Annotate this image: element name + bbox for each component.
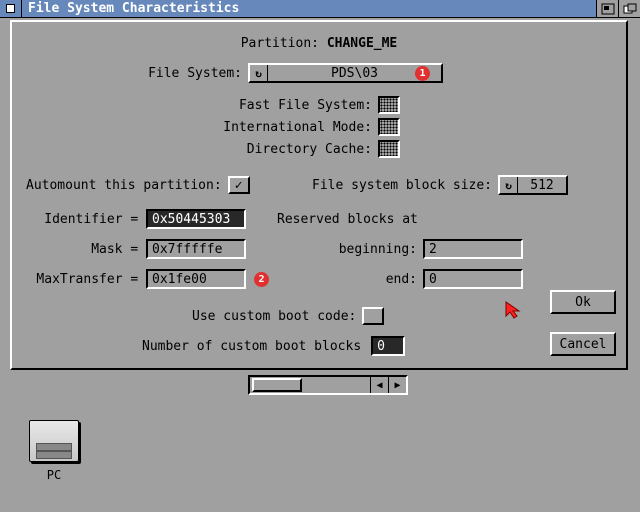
window-title: File System Characteristics bbox=[22, 1, 239, 16]
identifier-value: 0x50445303 bbox=[152, 212, 230, 227]
identifier-field[interactable]: 0x50445303 bbox=[146, 209, 246, 229]
mouse-pointer-icon bbox=[504, 300, 524, 320]
bootblocks-field[interactable]: 0 bbox=[371, 336, 405, 356]
horizontal-scrollbar[interactable]: ◀ ▶ bbox=[248, 375, 408, 395]
scrollbar-thumb[interactable] bbox=[252, 378, 302, 392]
cycle-icon: ↻ bbox=[500, 177, 518, 193]
mask-label: Mask = bbox=[26, 242, 146, 257]
customboot-label: Use custom boot code: bbox=[192, 309, 356, 324]
partition-value: CHANGE_ME bbox=[327, 36, 397, 51]
scroll-left-button[interactable]: ◀ bbox=[370, 377, 388, 393]
partition-label: Partition: bbox=[241, 36, 327, 51]
intl-mode-label: International Mode: bbox=[192, 120, 372, 135]
maxtransfer-label: MaxTransfer = bbox=[26, 272, 146, 287]
cancel-label: Cancel bbox=[560, 337, 607, 352]
dcache-checkbox[interactable] bbox=[378, 140, 400, 158]
titlebar-depth-gadget[interactable] bbox=[618, 0, 640, 17]
dcache-label: Directory Cache: bbox=[192, 142, 372, 157]
titlebar-zoom-gadget[interactable] bbox=[596, 0, 618, 17]
scrollbar-track[interactable] bbox=[250, 377, 370, 393]
maxtransfer-value: 0x1fe00 bbox=[152, 272, 207, 287]
scroll-right-button[interactable]: ▶ bbox=[388, 377, 406, 393]
filesystem-dialog: Partition: CHANGE_ME File System: ↻ PDS\… bbox=[10, 20, 628, 370]
blocksize-label: File system block size: bbox=[312, 178, 492, 193]
check-icon: ✓ bbox=[235, 178, 243, 193]
filesystem-cycle[interactable]: ↻ PDS\03 bbox=[248, 63, 443, 83]
cycle-icon: ↻ bbox=[250, 65, 268, 81]
disk-icon-image bbox=[29, 420, 79, 462]
end-label: end: bbox=[277, 272, 417, 287]
ok-label: Ok bbox=[575, 295, 591, 310]
reserved-label: Reserved blocks at bbox=[277, 212, 418, 227]
titlebar-close-gadget[interactable] bbox=[0, 0, 22, 17]
automount-label: Automount this partition: bbox=[26, 178, 222, 193]
cancel-button[interactable]: Cancel bbox=[550, 332, 616, 356]
maxtransfer-field[interactable]: 0x1fe00 bbox=[146, 269, 246, 289]
disk-label: PC bbox=[24, 468, 84, 482]
mask-value: 0x7fffffe bbox=[152, 242, 222, 257]
disk-icon[interactable]: PC bbox=[24, 420, 84, 482]
beginning-field[interactable]: 2 bbox=[423, 239, 523, 259]
mask-field[interactable]: 0x7fffffe bbox=[146, 239, 246, 259]
badge-2: 2 bbox=[254, 272, 269, 287]
blocksize-value: 512 bbox=[518, 178, 566, 193]
fast-fs-label: Fast File System: bbox=[192, 98, 372, 113]
fast-fs-checkbox[interactable] bbox=[378, 96, 400, 114]
end-value: 0 bbox=[429, 272, 437, 287]
automount-checkbox[interactable]: ✓ bbox=[228, 176, 250, 194]
intl-mode-checkbox[interactable] bbox=[378, 118, 400, 136]
customboot-checkbox[interactable] bbox=[362, 307, 384, 325]
identifier-label: Identifier = bbox=[26, 212, 146, 227]
ok-button[interactable]: Ok bbox=[550, 290, 616, 314]
bootblocks-label: Number of custom boot blocks bbox=[142, 339, 361, 354]
window-titlebar: File System Characteristics bbox=[0, 0, 640, 18]
filesystem-label: File System: bbox=[132, 66, 242, 81]
blocksize-cycle[interactable]: ↻ 512 bbox=[498, 175, 568, 195]
beginning-label: beginning: bbox=[277, 242, 417, 257]
badge-1: 1 bbox=[415, 66, 430, 81]
beginning-value: 2 bbox=[429, 242, 437, 257]
end-field[interactable]: 0 bbox=[423, 269, 523, 289]
bootblocks-value: 0 bbox=[377, 339, 385, 354]
